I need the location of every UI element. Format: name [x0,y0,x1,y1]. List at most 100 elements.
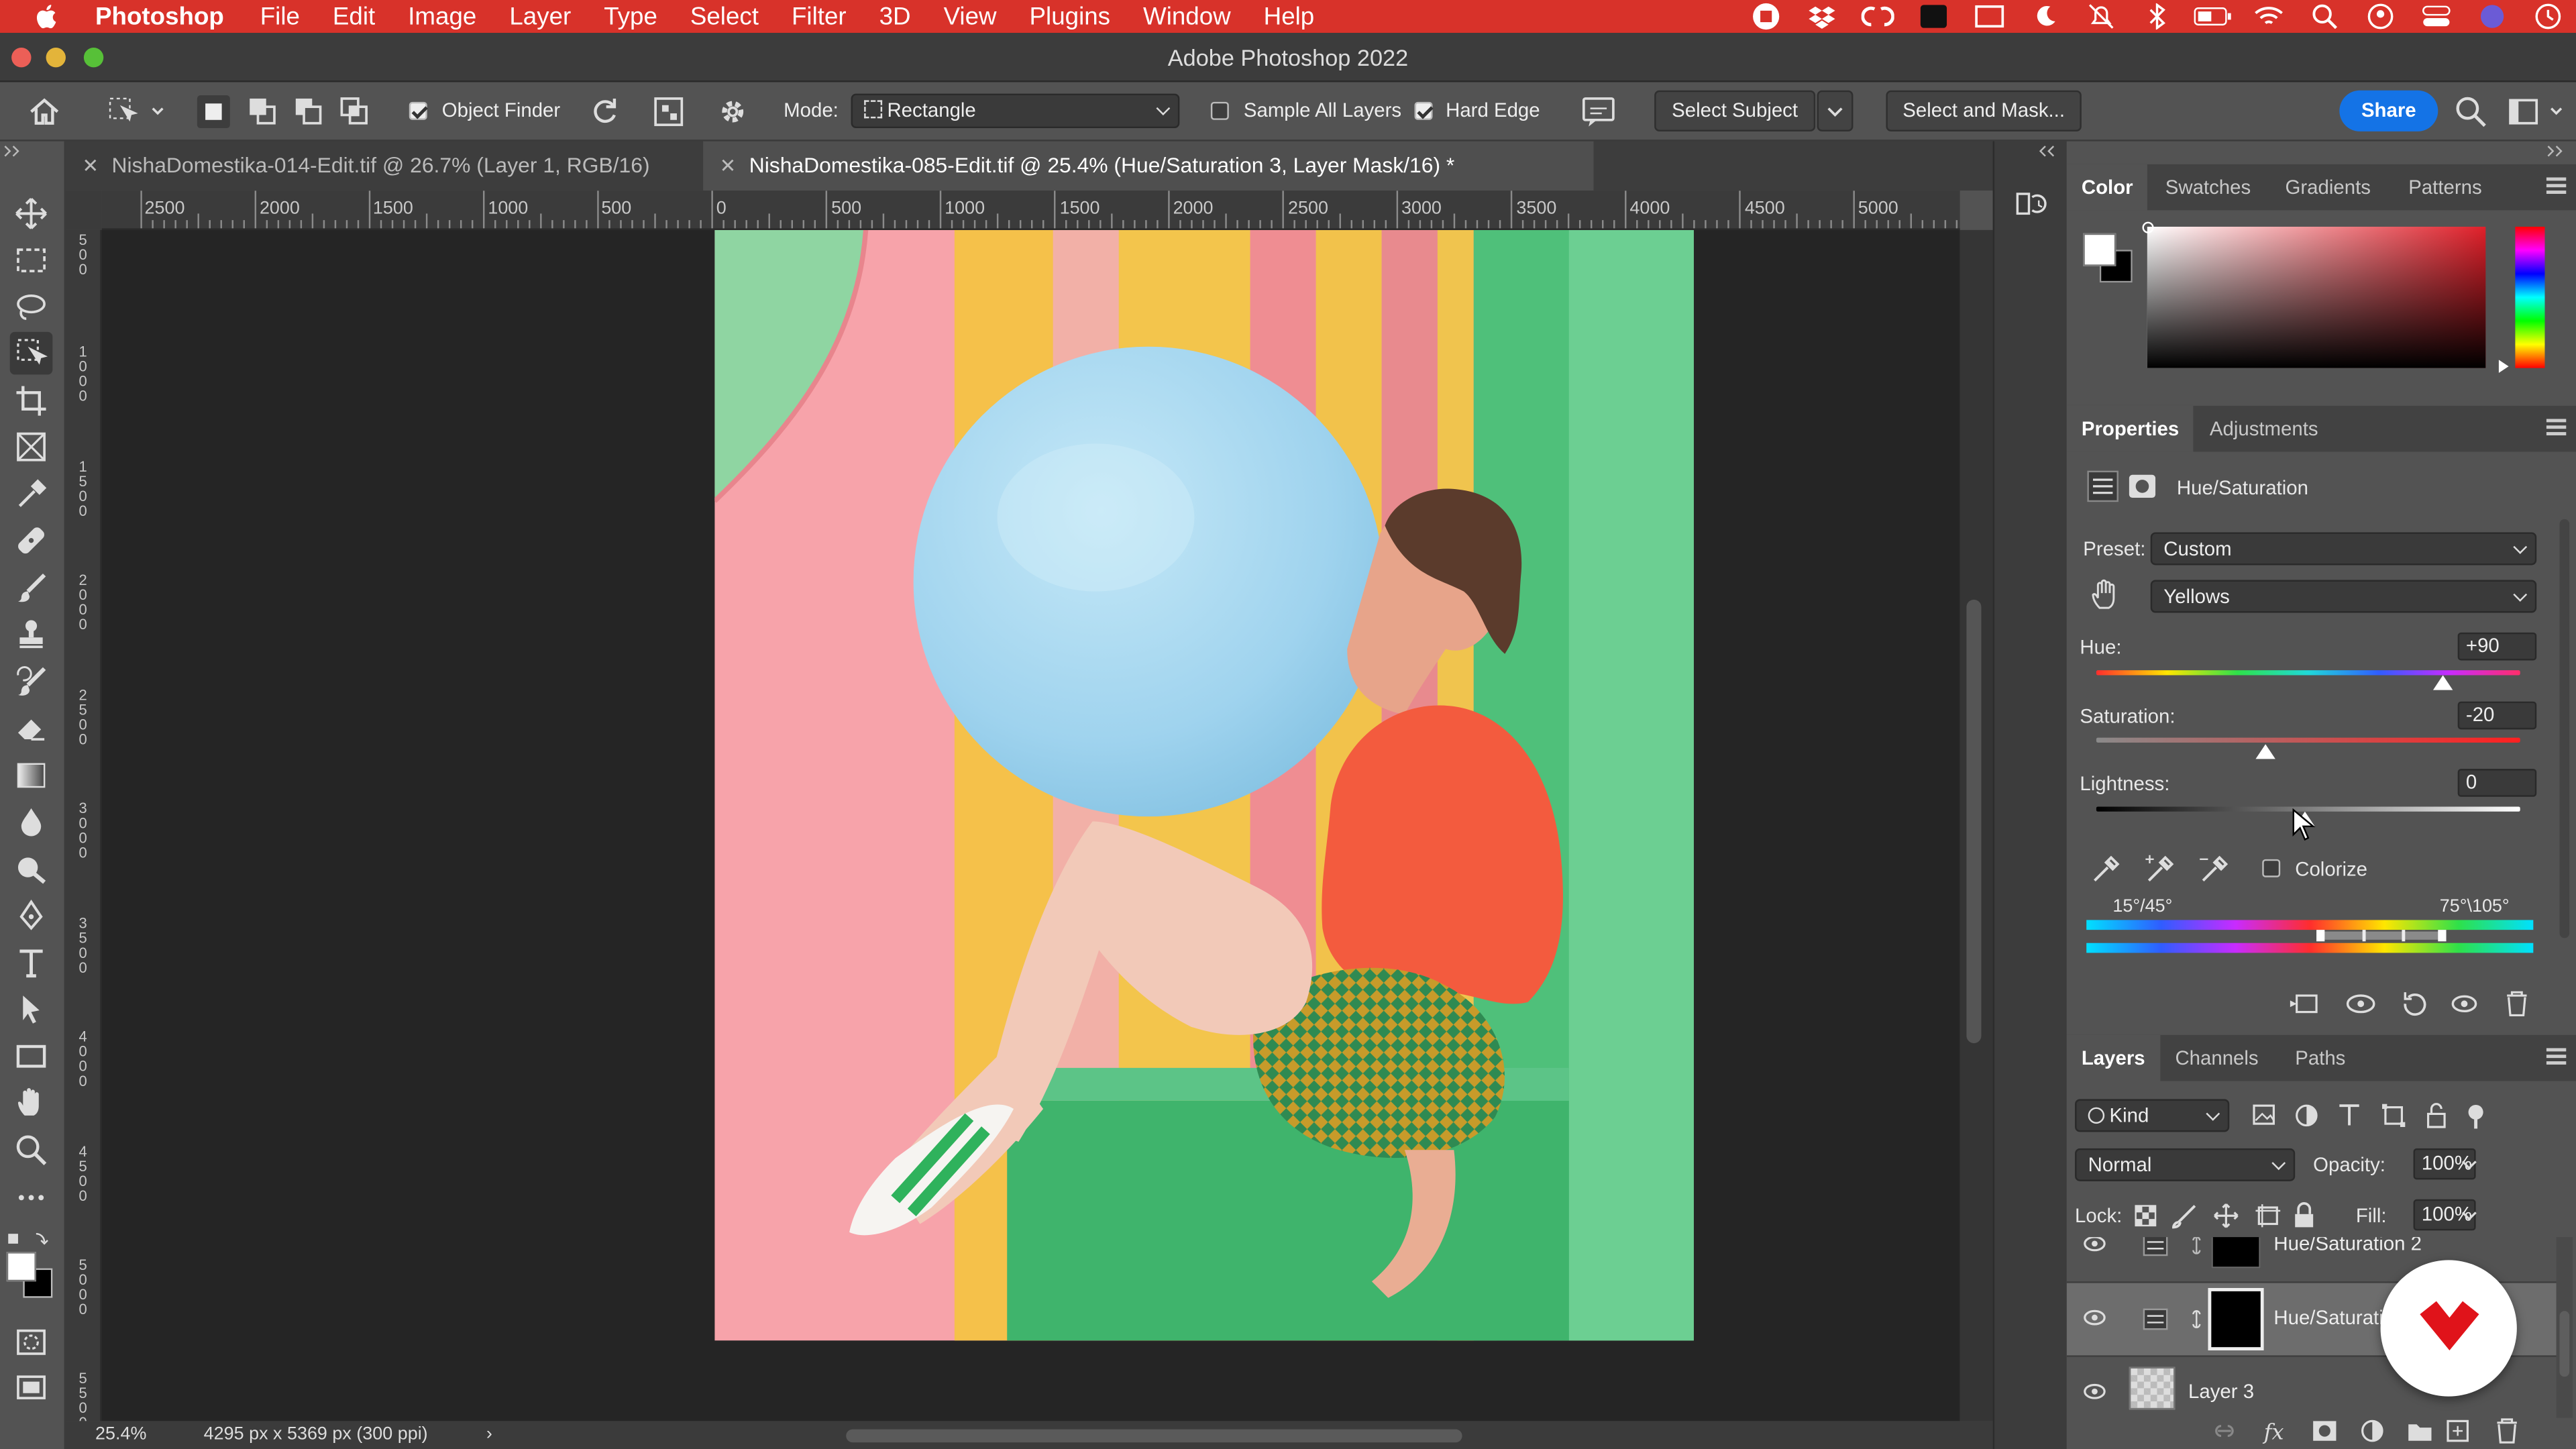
link-chain-icon[interactable] [2188,1237,2204,1255]
zoom-window-button[interactable] [83,48,104,68]
foreground-color-swatch[interactable] [6,1252,36,1282]
feedback-icon[interactable] [1580,95,1617,128]
minimize-window-button[interactable] [46,48,66,68]
wifi-icon[interactable] [2241,0,2296,33]
menu-type[interactable]: Type [604,3,657,31]
bluetooth-icon[interactable] [2129,0,2185,33]
lock-all-icon[interactable] [2295,1202,2314,1228]
new-selection-button[interactable] [197,95,230,129]
window-icon[interactable] [1962,0,2017,33]
hand-tool[interactable] [10,1081,53,1124]
tab-adjustments[interactable]: Adjustments [2210,406,2318,452]
history-panel-icon[interactable] [2012,186,2049,222]
adjustment-layer-icon[interactable] [2361,1419,2383,1442]
workspace-icon[interactable] [2507,95,2569,128]
subtract-selection-icon[interactable] [292,95,325,128]
subtract-eyedropper-icon[interactable] [2200,855,2229,882]
hue-strip-marker[interactable] [2498,360,2509,373]
tab-swatches[interactable]: Swatches [2165,164,2251,211]
sample-all-layers-checkbox[interactable] [1210,101,1229,120]
lock-transparent-pixels-icon[interactable] [2135,1205,2157,1227]
mode-select[interactable]: Rectangle [851,93,1180,129]
tab-document-085[interactable]: ✕ NishaDomestika-085-Edit.tif @ 25.4% (Hu… [703,141,1594,191]
lock-artboard-icon[interactable] [2255,1204,2281,1228]
chevron-down-icon[interactable] [2461,1159,2477,1172]
range-handle-left[interactable] [2316,930,2325,942]
status-menu-arrow[interactable]: › [486,1421,492,1449]
spotlight-icon[interactable] [2297,0,2353,33]
eyedropper-tool[interactable] [10,473,53,516]
link-chain-icon[interactable] [2188,1309,2204,1329]
close-tab-icon[interactable]: ✕ [82,142,99,191]
layer-name[interactable]: Hue/Saturation 2 [2273,1237,2422,1255]
object-finder-checkbox[interactable] [409,101,427,120]
collapse-panel-icon[interactable] [3,145,23,158]
share-button[interactable]: Share [2339,90,2438,131]
more-tools[interactable] [10,1176,53,1219]
object-selection-preset-icon[interactable] [107,95,166,128]
eyedropper-icon[interactable] [2094,855,2120,882]
range-handle-inner-right[interactable] [2402,930,2406,942]
intersect-selection-icon[interactable] [338,95,371,128]
vertical-scrollbar[interactable] [1960,229,1993,1421]
layer-name[interactable]: Hue/Saturati [2273,1306,2383,1329]
menu-3d[interactable]: 3D [879,3,911,31]
tab-properties[interactable]: Properties [2066,405,2194,452]
user-icon[interactable] [2353,0,2408,33]
layer-mask-thumbnail[interactable] [2208,1288,2264,1351]
hue-slider-track[interactable] [2096,670,2520,676]
type-tool[interactable] [10,941,53,984]
saturation-value-input[interactable]: -20 [2457,701,2537,730]
new-layer-icon[interactable] [2447,1419,2469,1442]
hue-strip[interactable] [2515,226,2545,368]
canvas-area[interactable] [101,229,1960,1421]
rectangle-tool[interactable] [10,1035,53,1078]
add-mask-icon[interactable] [2313,1421,2337,1441]
layers-scrollbar[interactable] [2556,1237,2573,1418]
close-tab-icon[interactable]: ✕ [720,142,737,191]
expand-panel-icon[interactable] [2546,145,2566,158]
targeted-adjustment-hand-icon[interactable] [2090,578,2123,611]
creative-cloud-icon[interactable] [1850,0,1906,33]
tab-color[interactable]: Color [2066,164,2148,211]
channel-select[interactable]: Yellows [2150,580,2537,613]
quick-mask-icon[interactable] [15,1328,48,1357]
select-and-mask-button[interactable]: Select and Mask... [1886,90,2082,131]
swap-colors-icon[interactable] [7,1229,56,1248]
screen-mode-icon[interactable] [15,1373,48,1403]
notification-off-icon[interactable] [2074,0,2129,33]
tab-gradients[interactable]: Gradients [2286,164,2371,211]
panel-menu-icon[interactable] [2546,419,2567,435]
pixel-filter-icon[interactable] [2253,1104,2275,1125]
record-icon[interactable] [1738,0,1794,33]
tab-channels[interactable]: Channels [2175,1035,2258,1081]
show-all-objects-icon[interactable] [652,95,685,128]
color-picker-marker[interactable] [2142,221,2154,233]
gear-icon[interactable] [716,95,749,128]
lock-image-pixels-icon[interactable] [2172,1205,2196,1229]
object-selection-tool[interactable] [9,331,53,375]
horizontal-scroll-thumb[interactable] [846,1429,1462,1443]
fx-icon[interactable]: fx [2263,1419,2284,1444]
crop-tool[interactable] [10,380,53,423]
eraser-tool[interactable] [10,706,53,749]
lock-position-icon[interactable] [2214,1203,2239,1228]
trash-icon[interactable] [2507,991,2527,1017]
tab-patterns[interactable]: Patterns [2408,164,2481,211]
menu-image[interactable]: Image [408,3,476,31]
panel-menu-icon[interactable] [2546,1048,2567,1065]
apple-icon[interactable] [33,1,62,31]
move-tool[interactable] [10,193,53,235]
menu-edit[interactable]: Edit [333,3,375,31]
pen-tool[interactable] [10,894,53,936]
adjustment-filter-icon[interactable] [2296,1104,2318,1127]
visibility-eye-icon[interactable] [2083,1383,2106,1399]
link-layers-icon[interactable] [2215,1425,2234,1438]
app-menu[interactable]: Photoshop [95,3,224,31]
camera-app-icon[interactable] [1906,0,1962,33]
layer-name[interactable]: Layer 3 [2188,1380,2254,1403]
folder-icon[interactable] [2408,1424,2432,1441]
gradient-tool[interactable] [10,754,53,797]
menu-select[interactable]: Select [690,3,759,31]
menu-filter[interactable]: Filter [792,3,847,31]
